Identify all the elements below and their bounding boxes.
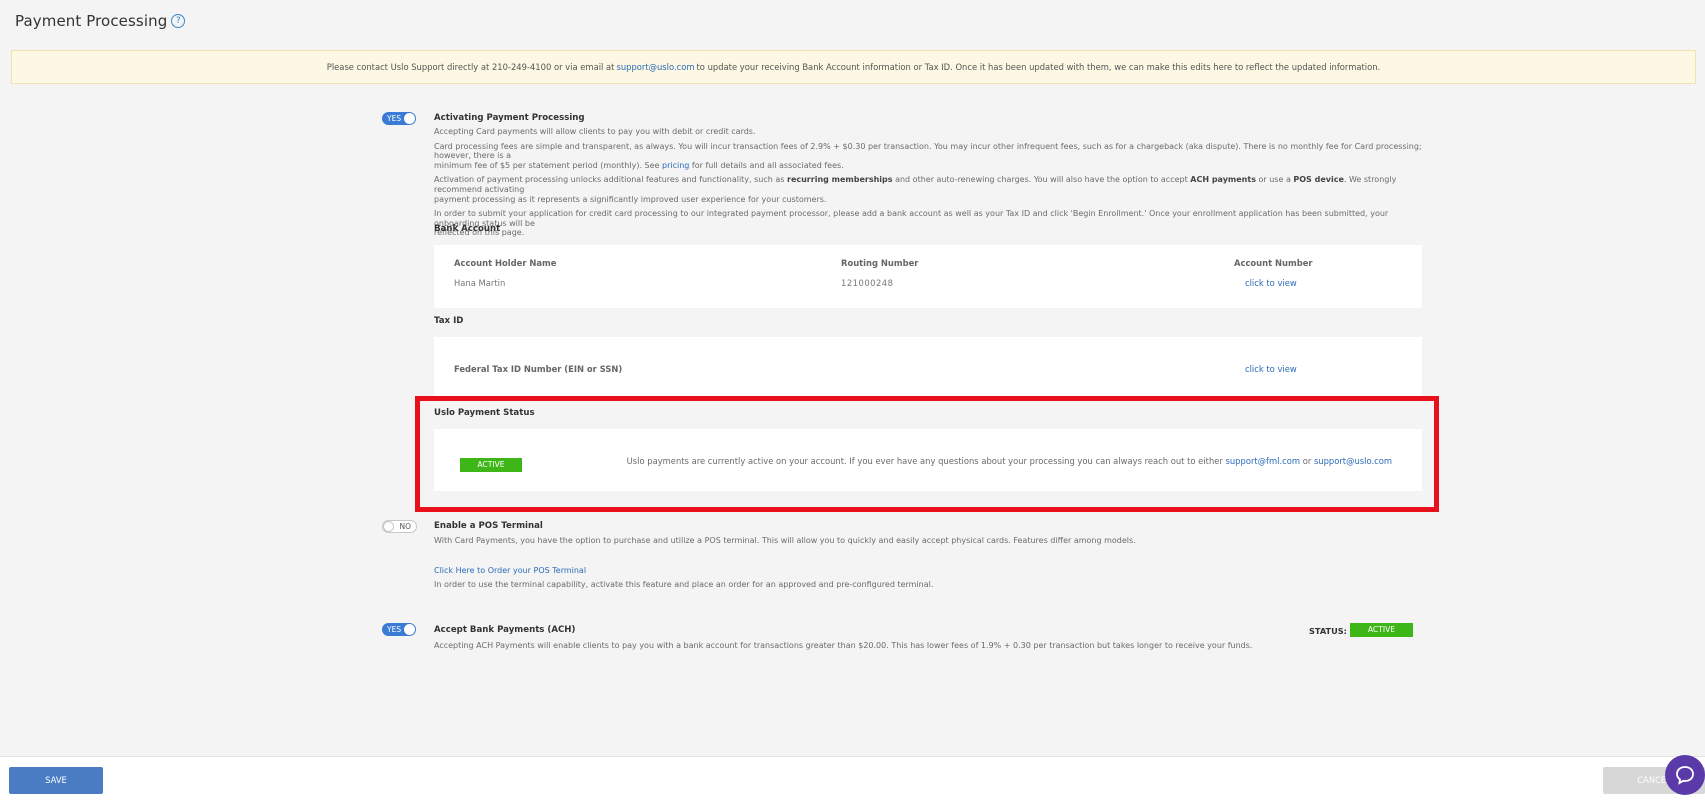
routing-number-value: 121000248 [841,278,894,288]
chat-bubble-icon [1676,766,1694,785]
tax-id-view-link[interactable]: click to view [1245,364,1297,374]
tax-id-title: Tax ID [434,316,464,326]
toggle-knob [383,521,394,532]
pos-terminal-toggle[interactable]: NO [382,520,417,533]
help-icon[interactable]: ? [171,14,186,28]
save-button[interactable]: SAVE [9,767,103,794]
page-title: Payment Processing? [15,12,186,30]
toggle-knob [404,113,415,124]
ach-status-label: STATUS: [1309,626,1347,636]
col-routing-number: Routing Number [841,258,919,268]
pp-para-2c: for full details and all associated fees… [689,160,844,170]
notice-text-after: to update your receiving Bank Account in… [696,62,1381,72]
account-holder-value: Hana Martin [454,278,506,288]
pp-para-4a: In order to submit your application for … [434,209,1389,228]
ach-status-badge: ACTIVE [1350,623,1413,637]
pos-terminal-note: In order to use the terminal capability,… [434,580,934,589]
pp-para-2: Card processing fees are simple and tran… [434,142,1434,171]
pos-terminal-description: With Card Payments, you have the option … [434,536,1136,545]
pp-para-3c: and other auto-renewing charges. You wil… [892,175,1191,185]
federal-tax-id-label: Federal Tax ID Number (EIN or SSN) [454,364,623,374]
chat-button[interactable] [1665,755,1705,795]
notice-text-before: Please contact Uslo Support directly at … [326,62,615,72]
pp-para-3f: payment processing as it represents a si… [434,194,827,204]
pp-para-3d: or use a [1255,175,1294,185]
pos-terminal-title: Enable a POS Terminal [434,521,543,531]
pp-para-2b: minimum fee of $5 per statement period (… [434,160,662,170]
bank-account-card: Account Holder Name Routing Number Accou… [434,245,1422,308]
payment-processing-title: Activating Payment Processing [434,113,585,123]
pp-recurring: recurring memberships [787,175,893,185]
pp-para-3a: Activation of payment processing unlocks… [434,175,787,185]
payment-processing-description: Accepting Card payments will allow clien… [434,127,1434,238]
ach-payments-description: Accepting ACH Payments will enable clien… [434,641,1253,650]
support-notice: Please contact Uslo Support directly at … [11,50,1696,84]
pp-para-1: Accepting Card payments will allow clien… [434,127,756,136]
toggle-label: YES [387,114,402,123]
toggle-label: YES [387,625,402,634]
col-account-holder: Account Holder Name [454,258,557,268]
ach-payments-title: Accept Bank Payments (ACH) [434,625,576,635]
toggle-label: NO [399,522,411,531]
ach-payments-toggle[interactable]: YES [382,623,416,636]
account-number-view-link[interactable]: click to view [1245,278,1297,288]
pp-pos: POS device [1293,175,1344,185]
footer-bar: SAVE CANCEL [0,756,1705,801]
bank-account-title: Bank Account [434,224,501,234]
pp-para-4: In order to submit your application for … [434,209,1434,238]
pp-para-2a: Card processing fees are simple and tran… [434,141,1422,161]
highlight-box [415,396,1439,512]
payment-processing-toggle[interactable]: YES [382,112,416,125]
notice-support-email-link[interactable]: support@uslo.com [616,62,694,72]
pp-ach: ACH payments [1190,175,1256,185]
col-account-number: Account Number [1234,258,1313,268]
toggle-knob [404,624,415,635]
tax-id-card: Federal Tax ID Number (EIN or SSN) click… [434,337,1422,400]
page-title-text: Payment Processing [15,12,168,30]
pricing-link[interactable]: pricing [662,161,689,170]
pp-para-3: Activation of payment processing unlocks… [434,175,1434,204]
order-pos-terminal-link[interactable]: Click Here to Order your POS Terminal [434,566,586,576]
